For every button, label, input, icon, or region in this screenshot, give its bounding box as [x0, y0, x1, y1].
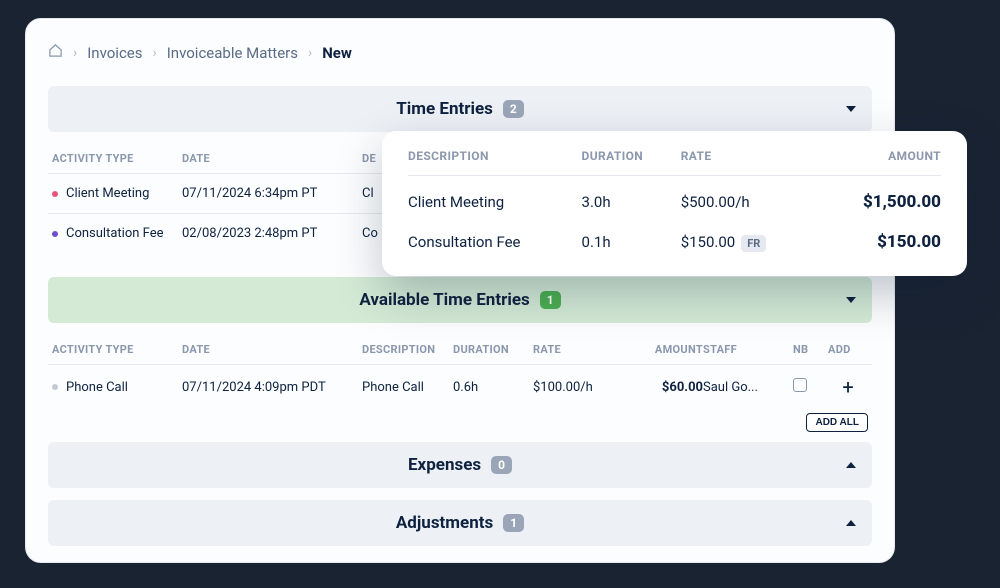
- col-duration: DURATION: [453, 343, 533, 356]
- amount-cell: $1,500.00: [817, 192, 941, 212]
- status-dot-icon: [52, 384, 58, 390]
- col-rate: RATE: [533, 343, 623, 356]
- breadcrumb: › Invoices › Invoiceable Matters › New: [48, 43, 872, 62]
- expenses-count-badge: 0: [491, 456, 512, 474]
- date-cell: 07/11/2024 6:34pm PT: [182, 186, 362, 201]
- col-activity-type: ACTIVITY TYPE: [52, 343, 182, 356]
- nb-checkbox[interactable]: [793, 378, 807, 392]
- section-title-time-entries: Time Entries 2: [396, 99, 524, 119]
- adjustments-count-badge: 1: [503, 514, 524, 532]
- section-title-expenses: Expenses 0: [408, 455, 512, 475]
- add-all-row: ADD ALL: [48, 409, 872, 442]
- duration-cell: 0.6h: [453, 380, 533, 395]
- chevron-up-icon: [846, 462, 856, 468]
- col-nb: NB: [793, 343, 828, 356]
- time-entries-count-badge: 2: [503, 100, 524, 118]
- duration-cell: 3.0h: [582, 193, 681, 211]
- col-rate: RATE: [681, 149, 817, 163]
- section-adjustments[interactable]: Adjustments 1: [48, 500, 872, 546]
- chevron-up-icon: [846, 520, 856, 526]
- expenses-label: Expenses: [408, 455, 481, 475]
- col-add: ADD: [828, 343, 868, 356]
- col-amount: AMOUNT: [623, 343, 703, 356]
- col-description: DESCRIPTION: [408, 149, 582, 163]
- section-time-entries[interactable]: Time Entries 2: [48, 86, 872, 132]
- chevron-right-icon: ›: [308, 45, 312, 61]
- add-all-button[interactable]: ADD ALL: [806, 413, 868, 432]
- nb-cell: [793, 378, 828, 396]
- activity-cell: Phone Call: [52, 380, 182, 395]
- amount-cell: $150.00: [817, 232, 941, 252]
- col-duration: DURATION: [582, 149, 681, 163]
- col-activity-type: ACTIVITY TYPE: [52, 152, 182, 165]
- chevron-right-icon: ›: [153, 45, 157, 61]
- breadcrumb-invoices[interactable]: Invoices: [87, 44, 142, 62]
- adjustments-label: Adjustments: [396, 513, 493, 533]
- rate-cell: $100.00/h: [533, 380, 623, 395]
- chevron-down-icon: [846, 297, 856, 303]
- activity-cell: Client Meeting: [52, 186, 182, 201]
- col-staff: STAFF: [703, 343, 793, 356]
- time-entries-label: Time Entries: [396, 99, 493, 119]
- amount-cell: $60.00: [623, 380, 703, 395]
- section-available-time-entries[interactable]: Available Time Entries 1: [48, 277, 872, 323]
- section-expenses[interactable]: Expenses 0: [48, 442, 872, 488]
- home-icon[interactable]: [48, 43, 63, 62]
- date-cell: 02/08/2023 2:48pm PT: [182, 226, 362, 241]
- main-card: › Invoices › Invoiceable Matters › New T…: [25, 18, 895, 563]
- available-label: Available Time Entries: [359, 290, 529, 310]
- add-row-button[interactable]: +: [828, 377, 868, 397]
- activity-cell: Consultation Fee: [52, 226, 182, 241]
- available-count-badge: 1: [540, 291, 561, 309]
- table-row: Phone Call 07/11/2024 4:09pm PDT Phone C…: [48, 364, 872, 409]
- available-header-row: ACTIVITY TYPE DATE DESCRIPTION DURATION …: [48, 335, 872, 364]
- section-title-available: Available Time Entries 1: [359, 290, 560, 310]
- breadcrumb-new: New: [322, 44, 352, 62]
- popup-row: Consultation Fee 0.1h $150.00FR $150.00: [408, 216, 941, 256]
- desc-cell: Consultation Fee: [408, 233, 582, 251]
- popup-header-row: DESCRIPTION DURATION RATE AMOUNT: [408, 149, 941, 176]
- desc-cell: Client Meeting: [408, 193, 582, 211]
- breadcrumb-invoiceable-matters[interactable]: Invoiceable Matters: [167, 44, 298, 62]
- date-cell: 07/11/2024 4:09pm PDT: [182, 380, 362, 395]
- flat-rate-badge: FR: [741, 235, 766, 252]
- staff-cell: Saul Go...: [703, 380, 793, 395]
- chevron-down-icon: [846, 106, 856, 112]
- rate-cell: $150.00FR: [681, 233, 817, 251]
- status-dot-icon: [52, 191, 58, 197]
- chevron-right-icon: ›: [73, 45, 77, 61]
- desc-cell: Phone Call: [362, 380, 453, 395]
- section-title-adjustments: Adjustments 1: [396, 513, 524, 533]
- col-date: DATE: [182, 152, 362, 165]
- popup-row: Client Meeting 3.0h $500.00/h $1,500.00: [408, 176, 941, 216]
- status-dot-icon: [52, 231, 58, 237]
- col-date: DATE: [182, 343, 362, 356]
- col-amount: AMOUNT: [817, 149, 941, 163]
- duration-cell: 0.1h: [582, 233, 681, 251]
- rate-cell: $500.00/h: [681, 193, 817, 211]
- time-entries-popup: DESCRIPTION DURATION RATE AMOUNT Client …: [382, 131, 967, 276]
- col-description: DESCRIPTION: [362, 343, 453, 356]
